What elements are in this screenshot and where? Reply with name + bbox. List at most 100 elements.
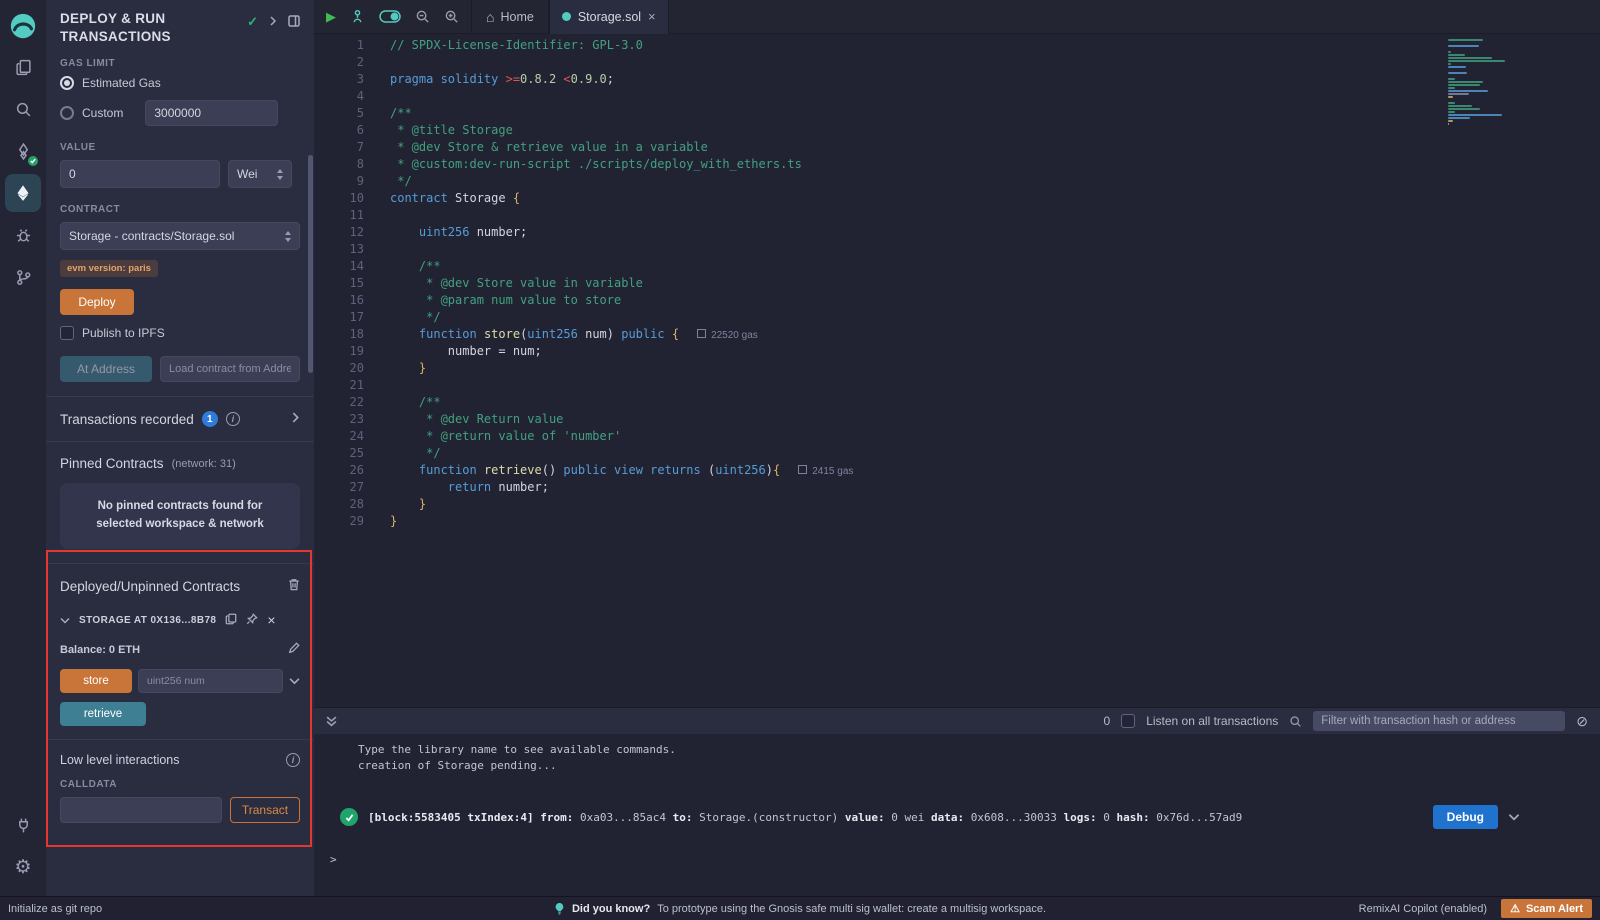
copy-address-icon[interactable] <box>225 613 237 628</box>
contract-expand-icon[interactable] <box>60 613 70 627</box>
settings-icon[interactable]: ⚙ <box>5 848 41 886</box>
tab-close-icon[interactable]: × <box>648 9 656 24</box>
deployed-contract-item: STORAGE AT 0X136...8B78 × Balance: 0 ETH… <box>60 612 300 823</box>
publish-ipfs-label: Publish to IPFS <box>82 326 165 340</box>
edit-balance-icon[interactable] <box>288 642 300 657</box>
copilot-toggle[interactable] <box>379 10 401 23</box>
listen-all-checkbox[interactable] <box>1121 714 1135 728</box>
scam-alert-label: Scam Alert <box>1526 903 1583 915</box>
workspace-icon[interactable] <box>5 48 41 86</box>
terminal-filter-input[interactable] <box>1313 711 1565 731</box>
pinned-contracts-title: Pinned Contracts <box>60 456 164 471</box>
contract-selected: Storage - contracts/Storage.sol <box>69 229 234 243</box>
debugger-icon[interactable] <box>5 216 41 254</box>
publish-ipfs-checkbox[interactable] <box>60 326 74 340</box>
transactions-expand-icon[interactable] <box>291 412 300 426</box>
divider <box>46 441 314 442</box>
contract-select[interactable]: Storage - contracts/Storage.sol <box>60 222 300 250</box>
tip-text: To prototype using the Gnosis safe multi… <box>657 903 1046 915</box>
editor-toolbar: ▶ ⌂ Home <box>314 0 1600 34</box>
low-level-info-icon[interactable]: i <box>286 753 300 767</box>
estimated-gas-radio[interactable] <box>60 76 74 90</box>
value-unit: Wei <box>237 167 257 181</box>
editor-code[interactable]: // SPDX-License-Identifier: GPL-3.0pragm… <box>382 37 1600 707</box>
copilot-status[interactable]: RemixAI Copilot (enabled) <box>1359 903 1487 915</box>
pin-contract-icon[interactable] <box>246 613 258 628</box>
pinned-empty-message: No pinned contracts found for selected w… <box>60 483 300 549</box>
git-init-status[interactable]: Initialize as git repo <box>8 903 102 915</box>
trash-icon[interactable] <box>288 578 300 594</box>
at-address-button[interactable]: At Address <box>60 356 152 382</box>
expand-terminal-icon[interactable] <box>326 716 337 727</box>
statusbar-tip: Did you know? To prototype using the Gno… <box>554 902 1046 915</box>
panel-title: DEPLOY & RUN TRANSACTIONS <box>60 10 220 46</box>
custom-gas-radio[interactable] <box>60 106 74 120</box>
low-level-title: Low level interactions <box>60 753 180 767</box>
code-editor[interactable]: 1234567891011121314151617181920212223242… <box>314 34 1600 707</box>
home-icon: ⌂ <box>486 9 494 25</box>
gas-limit-label: GAS LIMIT <box>60 58 300 69</box>
value-label: VALUE <box>60 142 300 153</box>
value-unit-select[interactable]: Wei <box>228 160 292 188</box>
lightbulb-icon <box>554 902 565 915</box>
debug-button[interactable]: Debug <box>1433 805 1498 829</box>
tx-summary[interactable]: [block:5583405 txIndex:4] from: 0xa03...… <box>368 811 1423 824</box>
panel-scrollbar[interactable] <box>308 155 313 373</box>
at-address-input[interactable] <box>160 356 300 382</box>
divider <box>46 739 314 740</box>
transaction-row[interactable]: [block:5583405 txIndex:4] from: 0xa03...… <box>314 805 1600 829</box>
panel-link-icon[interactable] <box>268 15 278 29</box>
deploy-run-icon[interactable] <box>5 174 41 212</box>
home-label: Home <box>500 10 533 24</box>
divider <box>46 563 314 564</box>
terminal[interactable]: Type the library name to see available c… <box>314 734 1600 896</box>
terminal-badge-count: 0 <box>1104 714 1111 728</box>
solidity-compiler-icon[interactable] <box>5 132 41 170</box>
deployed-contracts-title: Deployed/Unpinned Contracts <box>60 579 240 594</box>
calldata-input[interactable] <box>60 797 222 823</box>
clear-console-icon[interactable]: ⊘ <box>1576 713 1588 730</box>
estimated-gas-label: Estimated Gas <box>82 76 161 90</box>
zoom-out-icon[interactable] <box>415 9 430 24</box>
remix-logo[interactable] <box>4 6 42 46</box>
retrieve-function-button[interactable]: retrieve <box>60 702 146 726</box>
run-script-icon[interactable]: ▶ <box>326 9 336 25</box>
custom-gas-label: Custom <box>82 106 123 120</box>
panel-check-icon: ✓ <box>247 14 258 30</box>
deploy-run-panel: DEPLOY & RUN TRANSACTIONS ✓ GAS LIMIT Es… <box>46 0 314 896</box>
terminal-log: Type the library name to see available c… <box>314 743 1600 775</box>
tab-storage-sol[interactable]: Storage.sol × <box>549 0 669 34</box>
transactions-info-icon[interactable]: i <box>226 412 240 426</box>
zoom-in-icon[interactable] <box>444 9 459 24</box>
scam-alert-badge[interactable]: ⚠ Scam Alert <box>1501 899 1592 918</box>
contract-label: CONTRACT <box>60 204 300 215</box>
store-arg-input[interactable] <box>138 669 283 693</box>
contract-instance-label[interactable]: STORAGE AT 0X136...8B78 <box>79 615 216 626</box>
balance-label: Balance: 0 ETH <box>60 644 140 656</box>
editor-gutter[interactable]: 1234567891011121314151617181920212223242… <box>314 37 382 707</box>
pinned-network-suffix: (network: 31) <box>172 458 236 470</box>
minimap[interactable] <box>1448 39 1512 125</box>
compile-success-badge <box>28 156 38 166</box>
store-function-button[interactable]: store <box>60 669 132 693</box>
transact-button[interactable]: Transact <box>230 797 300 823</box>
ai-assistant-icon[interactable] <box>350 9 365 24</box>
remix-ide-window: ⚙ DEPLOY & RUN TRANSACTIONS ✓ GAS LIMIT … <box>0 0 1600 920</box>
tx-expand-icon[interactable] <box>1508 811 1520 824</box>
home-tab[interactable]: ⌂ Home <box>472 0 548 34</box>
expand-args-icon[interactable] <box>289 674 300 688</box>
transactions-recorded-label: Transactions recorded <box>60 412 194 427</box>
evm-version-badge: evm version: paris <box>60 260 158 277</box>
terminal-search-icon <box>1289 715 1302 728</box>
pin-panel-icon[interactable] <box>288 15 300 30</box>
deploy-button[interactable]: Deploy <box>60 289 134 315</box>
git-icon[interactable] <box>5 258 41 296</box>
plugin-manager-icon[interactable] <box>5 806 41 844</box>
listen-all-label: Listen on all transactions <box>1146 714 1278 728</box>
value-input[interactable] <box>60 160 220 188</box>
remove-contract-icon[interactable]: × <box>267 612 275 628</box>
custom-gas-input[interactable] <box>145 100 278 126</box>
search-icon[interactable] <box>5 90 41 128</box>
terminal-prompt[interactable]: > <box>314 853 1600 866</box>
terminal-toolbar: 0 Listen on all transactions ⊘ <box>314 707 1600 734</box>
